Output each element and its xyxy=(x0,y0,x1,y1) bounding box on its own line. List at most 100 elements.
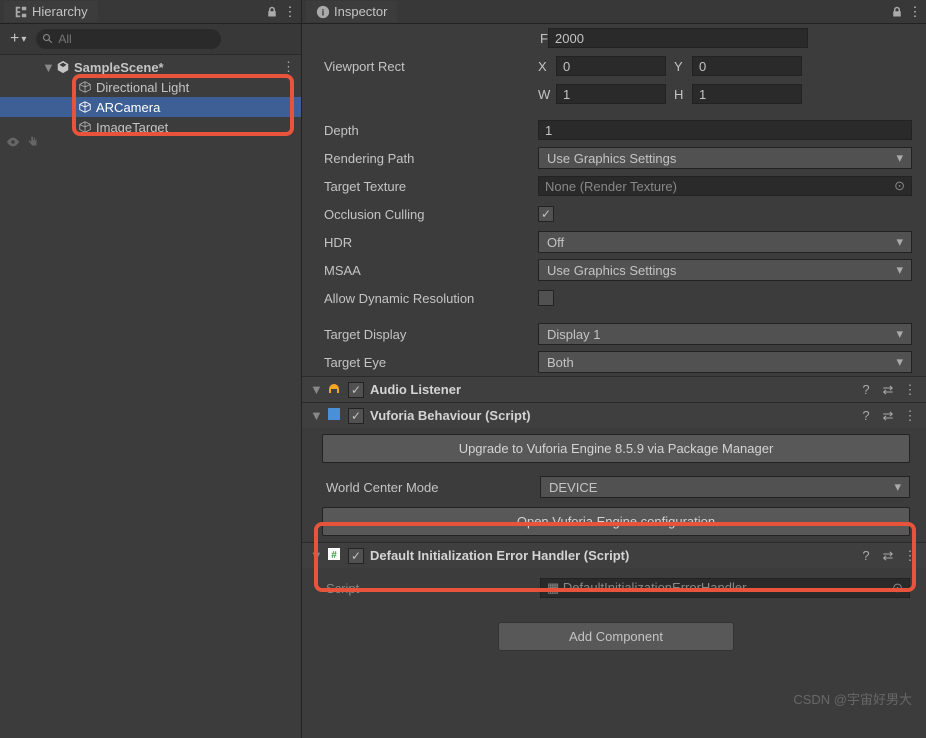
target-display-label: Target Display xyxy=(320,327,530,342)
target-eye-label: Target Eye xyxy=(320,355,530,370)
far-label: Far xyxy=(320,31,540,46)
hierarchy-tab[interactable]: Hierarchy xyxy=(4,1,98,22)
lock-icon[interactable] xyxy=(265,5,279,19)
default-init-header[interactable]: ▼ # Default Initialization Error Handler… xyxy=(302,542,926,568)
search-icon xyxy=(42,33,54,48)
depth-input[interactable] xyxy=(538,120,912,140)
far-input[interactable] xyxy=(548,28,808,48)
help-icon[interactable]: ? xyxy=(858,408,874,423)
preset-icon[interactable]: ⇄ xyxy=(880,408,896,424)
svg-text:#: # xyxy=(331,550,337,561)
vuforia-behaviour-header[interactable]: ▼ Vuforia Behaviour (Script) ? ⇄ ⋮ xyxy=(302,402,926,428)
script-icon xyxy=(326,406,342,425)
context-menu-icon[interactable]: ⋮ xyxy=(283,5,297,19)
kebab-icon[interactable]: ⋮ xyxy=(902,548,918,564)
svg-text:i: i xyxy=(322,7,325,18)
object-picker-icon[interactable]: ⊙ xyxy=(894,178,905,194)
item-label: Directional Light xyxy=(96,80,189,95)
target-texture-label: Target Texture xyxy=(320,179,530,194)
foldout-icon[interactable]: ▼ xyxy=(310,408,320,423)
component-enable-checkbox[interactable] xyxy=(348,408,364,424)
preset-icon[interactable]: ⇄ xyxy=(880,382,896,398)
occlusion-checkbox[interactable] xyxy=(538,206,554,222)
world-center-label: World Center Mode xyxy=(322,480,532,495)
script-label: Script xyxy=(322,581,532,596)
preset-icon[interactable]: ⇄ xyxy=(880,548,896,564)
chevron-down-icon: ▾ xyxy=(896,326,903,342)
kebab-icon[interactable]: ⋮ xyxy=(902,382,918,398)
viewport-y-input[interactable] xyxy=(692,56,802,76)
tree-item-directional-light[interactable]: Directional Light xyxy=(0,77,301,97)
context-menu-icon[interactable]: ⋮ xyxy=(908,5,922,19)
foldout-icon[interactable]: ▼ xyxy=(310,548,320,563)
hierarchy-search-input[interactable] xyxy=(36,29,221,49)
item-label: ARCamera xyxy=(96,100,160,115)
viewport-h-input[interactable] xyxy=(692,84,802,104)
component-enable-checkbox[interactable] xyxy=(348,548,364,564)
world-center-dropdown[interactable]: DEVICE▾ xyxy=(540,476,910,498)
kebab-icon[interactable]: ⋮ xyxy=(902,408,918,424)
csharp-icon: # xyxy=(326,546,342,565)
chevron-down-icon: ▾ xyxy=(896,262,903,278)
hierarchy-icon xyxy=(14,5,28,19)
tree-item-arcamera[interactable]: ARCamera xyxy=(0,97,301,117)
hdr-dropdown[interactable]: Off▾ xyxy=(538,231,912,253)
chevron-down-icon: ▾ xyxy=(894,479,901,495)
inspector-tab[interactable]: i Inspector xyxy=(306,1,397,22)
viewport-rect-label: Viewport Rect xyxy=(320,59,530,74)
depth-label: Depth xyxy=(320,123,530,138)
cube-icon xyxy=(78,120,92,134)
headphones-icon xyxy=(326,380,342,399)
open-vuforia-config-button[interactable]: Open Vuforia Engine configuration xyxy=(322,507,910,536)
hierarchy-title: Hierarchy xyxy=(32,4,88,19)
x-label: X xyxy=(538,59,552,74)
allow-dynres-checkbox[interactable] xyxy=(538,290,554,306)
cube-icon xyxy=(78,80,92,94)
help-icon[interactable]: ? xyxy=(858,548,874,563)
occlusion-label: Occlusion Culling xyxy=(320,207,530,222)
hierarchy-panel: Hierarchy ⋮ +▾ ▼ xyxy=(0,0,302,738)
msaa-label: MSAA xyxy=(320,263,530,278)
msaa-dropdown[interactable]: Use Graphics Settings▾ xyxy=(538,259,912,281)
eye-icon[interactable] xyxy=(6,135,20,152)
rendering-path-label: Rendering Path xyxy=(320,151,530,166)
target-texture-field[interactable]: None (Render Texture)⊙ xyxy=(538,176,912,196)
hierarchy-tree: ▼ SampleScene* ⋮ Directional Light ARCam… xyxy=(0,55,301,139)
chevron-down-icon: ▾ xyxy=(896,354,903,370)
add-component-button[interactable]: Add Component xyxy=(498,622,734,651)
chevron-down-icon: ▾ xyxy=(896,150,903,166)
scene-menu-icon[interactable]: ⋮ xyxy=(282,59,295,75)
visibility-column xyxy=(0,135,44,152)
component-enable-checkbox[interactable] xyxy=(348,382,364,398)
viewport-w-input[interactable] xyxy=(556,84,666,104)
scene-item[interactable]: ▼ SampleScene* ⋮ xyxy=(0,57,301,77)
scene-label: SampleScene* xyxy=(74,60,164,75)
h-label: H xyxy=(674,87,688,102)
target-display-dropdown[interactable]: Display 1▾ xyxy=(538,323,912,345)
allow-dynres-label: Allow Dynamic Resolution xyxy=(320,291,530,306)
upgrade-vuforia-button[interactable]: Upgrade to Vuforia Engine 8.5.9 via Pack… xyxy=(322,434,910,463)
item-label: ImageTarget xyxy=(96,120,168,135)
object-picker-icon: ⊙ xyxy=(892,580,903,596)
rendering-path-dropdown[interactable]: Use Graphics Settings▾ xyxy=(538,147,912,169)
inspector-panel: i Inspector ⋮ Far Viewport Rect X Y xyxy=(302,0,926,738)
inspector-title: Inspector xyxy=(334,4,387,19)
chevron-down-icon: ▾ xyxy=(896,234,903,250)
hand-icon[interactable] xyxy=(26,135,40,152)
cube-icon xyxy=(78,100,92,114)
script-field: ▦ DefaultInitializationErrorHandler⊙ xyxy=(540,578,910,598)
info-icon: i xyxy=(316,5,330,19)
y-label: Y xyxy=(674,59,688,74)
unity-icon xyxy=(56,60,70,74)
w-label: W xyxy=(538,87,552,102)
tree-item-imagetarget[interactable]: ImageTarget xyxy=(0,117,301,137)
viewport-x-input[interactable] xyxy=(556,56,666,76)
foldout-icon[interactable]: ▼ xyxy=(310,382,320,397)
create-button[interactable]: +▾ xyxy=(6,28,30,50)
lock-icon[interactable] xyxy=(890,5,904,19)
foldout-icon[interactable]: ▼ xyxy=(42,60,52,75)
watermark: CSDN @宇宙好男大 xyxy=(793,689,912,708)
target-eye-dropdown[interactable]: Both▾ xyxy=(538,351,912,373)
audio-listener-header[interactable]: ▼ Audio Listener ? ⇄ ⋮ xyxy=(302,376,926,402)
help-icon[interactable]: ? xyxy=(858,382,874,397)
